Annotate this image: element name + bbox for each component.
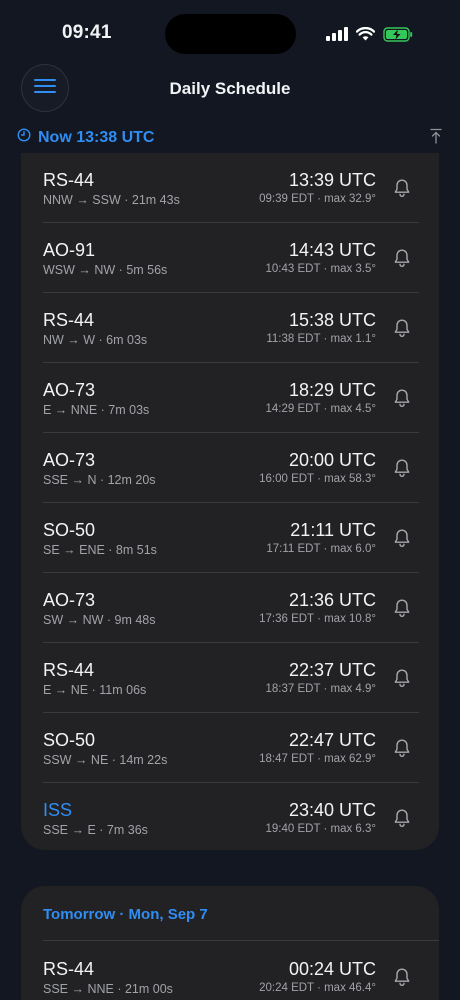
pass-direction: SSE → NNE · 21m 00s: [43, 982, 173, 996]
bell-icon[interactable]: [393, 388, 411, 408]
pass-local-time: 18:37 EDT · max 4.9°: [265, 683, 377, 695]
pass-utc-time: 20:00 UTC: [288, 450, 376, 470]
now-time-label: Now 13:38 UTC: [38, 128, 155, 146]
pass-local-time: 19:40 EDT · max 6.3°: [265, 823, 377, 835]
bell-icon[interactable]: [393, 458, 411, 478]
pass-utc-time: 22:47 UTC: [288, 730, 376, 750]
pass-utc-time: 00:24 UTC: [288, 959, 376, 979]
pass-direction: NW → W · 6m 03s: [43, 333, 148, 347]
pass-row[interactable]: AO-73 E → NNE · 7m 03s 18:29 UTC 14:29 E…: [21, 363, 439, 433]
satellite-name: AO-73: [43, 450, 96, 470]
pass-row-iss[interactable]: ISS SSE → E · 7m 36s 23:40 UTC 19:40 EDT…: [21, 783, 439, 853]
header-divider: [43, 940, 439, 941]
bell-icon[interactable]: [393, 528, 411, 548]
pass-row[interactable]: AO-91 WSW → NW · 5m 56s 14:43 UTC 10:43 …: [21, 223, 439, 293]
satellite-name: AO-73: [43, 590, 96, 610]
pass-direction: SE → ENE · 8m 51s: [43, 543, 157, 557]
satellite-name: RS-44: [43, 310, 95, 330]
pass-local-time: 17:36 EDT · max 10.8°: [259, 613, 376, 625]
pass-utc-time: 13:39 UTC: [288, 170, 376, 190]
bell-icon[interactable]: [393, 318, 411, 338]
pass-row[interactable]: SO-50 SE → ENE · 8m 51s 21:11 UTC 17:11 …: [21, 503, 439, 573]
pass-local-time: 16:00 EDT · max 58.3°: [259, 473, 376, 485]
pass-local-time: 17:11 EDT · max 6.0°: [266, 543, 376, 555]
satellite-name: RS-44: [43, 959, 95, 979]
battery-charging-icon: [383, 26, 413, 42]
scroll-to-top-icon: [429, 128, 443, 148]
day-header: Tomorrow · Mon, Sep 7: [43, 906, 208, 923]
pass-direction: NNW → SSW · 21m 43s: [43, 193, 180, 207]
clock-icon: [17, 128, 31, 147]
satellite-name: SO-50: [43, 520, 96, 540]
bell-icon[interactable]: [393, 967, 411, 987]
pass-utc-time: 23:40 UTC: [288, 800, 376, 820]
pass-direction: SW → NW · 9m 48s: [43, 613, 156, 627]
bell-icon[interactable]: [393, 598, 411, 618]
wifi-icon: [356, 27, 375, 41]
pass-local-time: 20:24 EDT · max 46.4°: [259, 982, 376, 994]
pass-row[interactable]: SO-50 SSW → NE · 14m 22s 22:47 UTC 18:47…: [21, 713, 439, 783]
bell-icon[interactable]: [393, 738, 411, 758]
page-title: Daily Schedule: [169, 79, 291, 98]
pass-row[interactable]: RS-44 E → NE · 11m 06s 22:37 UTC 18:37 E…: [21, 643, 439, 713]
dynamic-island: [165, 14, 296, 54]
pass-local-time: 11:38 EDT · max 1.1°: [266, 333, 376, 345]
pass-row[interactable]: RS-44 NW → W · 6m 03s 15:38 UTC 11:38 ED…: [21, 293, 439, 363]
pass-direction: E → NNE · 7m 03s: [43, 403, 150, 417]
pass-local-time: 18:47 EDT · max 62.9°: [259, 753, 376, 765]
pass-direction: SSE → E · 7m 36s: [43, 823, 148, 837]
pass-row[interactable]: AO-73 SSE → N · 12m 20s 20:00 UTC 16:00 …: [21, 433, 439, 503]
satellite-name: RS-44: [43, 660, 95, 680]
bell-icon[interactable]: [393, 248, 411, 268]
cellular-signal-icon: [326, 27, 348, 41]
pass-row[interactable]: AO-73 SW → NW · 9m 48s 21:36 UTC 17:36 E…: [21, 573, 439, 643]
now-marker: Now 13:38 UTC: [17, 128, 154, 147]
satellite-name: AO-73: [43, 380, 96, 400]
satellite-name: RS-44: [43, 170, 95, 190]
bell-icon[interactable]: [393, 668, 411, 688]
pass-local-time: 14:29 EDT · max 4.5°: [265, 403, 377, 415]
pass-direction: WSW → NW · 5m 56s: [43, 263, 168, 277]
pass-row[interactable]: RS-44 NNW → SSW · 21m 43s 13:39 UTC 09:3…: [21, 153, 439, 223]
pass-local-time: 09:39 EDT · max 32.9°: [259, 193, 376, 205]
pass-row[interactable]: RS-44 SSE → NNE · 21m 00s 00:24 UTC 20:2…: [21, 942, 439, 1000]
status-bar: 09:41: [0, 0, 460, 62]
bell-icon[interactable]: [393, 178, 411, 198]
scroll-to-top-button[interactable]: [429, 128, 445, 146]
pass-utc-time: 21:11 UTC: [290, 520, 376, 540]
satellite-name: AO-91: [43, 240, 96, 260]
pass-utc-time: 18:29 UTC: [288, 380, 376, 400]
status-icons: [326, 25, 413, 43]
pass-utc-time: 14:43 UTC: [288, 240, 376, 260]
pass-direction: SSW → NE · 14m 22s: [43, 753, 168, 767]
pass-utc-time: 21:36 UTC: [288, 590, 376, 610]
satellite-name: ISS: [43, 800, 73, 820]
pass-utc-time: 15:38 UTC: [288, 310, 376, 330]
tomorrow-schedule-card: Tomorrow · Mon, Sep 7 RS-44 SSE → NNE · …: [21, 886, 439, 1000]
pass-utc-time: 22:37 UTC: [288, 660, 376, 680]
pass-local-time: 10:43 EDT · max 3.5°: [265, 263, 377, 275]
pass-direction: SSE → N · 12m 20s: [43, 473, 156, 487]
pass-direction: E → NE · 11m 06s: [43, 683, 147, 697]
status-time: 09:41: [62, 22, 112, 43]
today-schedule-card: RS-44 NNW → SSW · 21m 43s 13:39 UTC 09:3…: [21, 153, 439, 850]
satellite-name: SO-50: [43, 730, 96, 750]
bell-icon[interactable]: [393, 808, 411, 828]
